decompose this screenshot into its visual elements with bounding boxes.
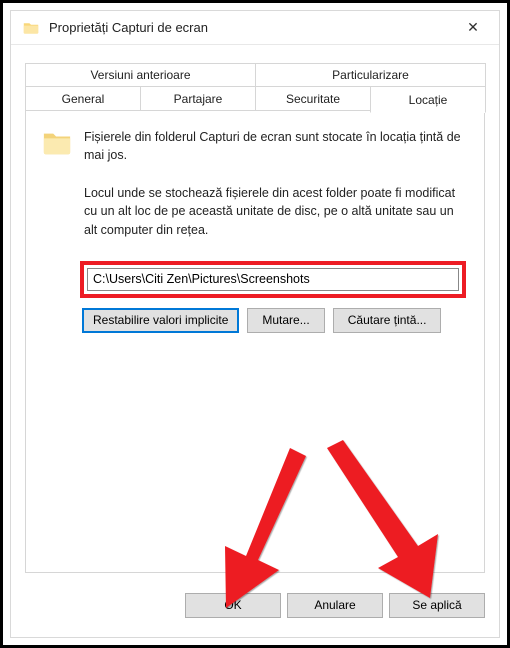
move-button[interactable]: Mutare...: [247, 308, 324, 333]
properties-dialog: Proprietăți Capturi de ecran ✕ Versiuni …: [10, 10, 500, 638]
folder-icon: [23, 21, 39, 35]
location-path-input[interactable]: [87, 268, 459, 291]
window-title: Proprietăți Capturi de ecran: [49, 20, 451, 35]
apply-button[interactable]: Se aplică: [389, 593, 485, 618]
location-panel: Fișierele din folderul Capturi de ecran …: [25, 110, 485, 573]
tab-general[interactable]: General: [25, 87, 141, 111]
tab-sharing[interactable]: Partajare: [140, 87, 256, 111]
header-text: Fișierele din folderul Capturi de ecran …: [84, 128, 468, 164]
tabs: Versiuni anterioare Particularizare Gene…: [25, 63, 485, 111]
tab-security[interactable]: Securitate: [255, 87, 371, 111]
cancel-button[interactable]: Anulare: [287, 593, 383, 618]
tab-customize[interactable]: Particularizare: [255, 63, 486, 87]
path-highlight: [80, 261, 466, 298]
dialog-footer: OK Anulare Se aplică: [11, 583, 499, 637]
explanation-text: Locul unde se stochează fișierele din ac…: [84, 184, 468, 238]
restore-defaults-button[interactable]: Restabilire valori implicite: [82, 308, 239, 333]
find-target-button[interactable]: Căutare țintă...: [333, 308, 442, 333]
tab-location[interactable]: Locație: [370, 87, 486, 113]
close-icon: ✕: [467, 19, 479, 36]
titlebar: Proprietăți Capturi de ecran ✕: [11, 11, 499, 45]
tab-previous-versions[interactable]: Versiuni anterioare: [25, 63, 256, 87]
ok-button[interactable]: OK: [185, 593, 281, 618]
folder-icon: [42, 130, 72, 156]
close-button[interactable]: ✕: [451, 13, 495, 43]
